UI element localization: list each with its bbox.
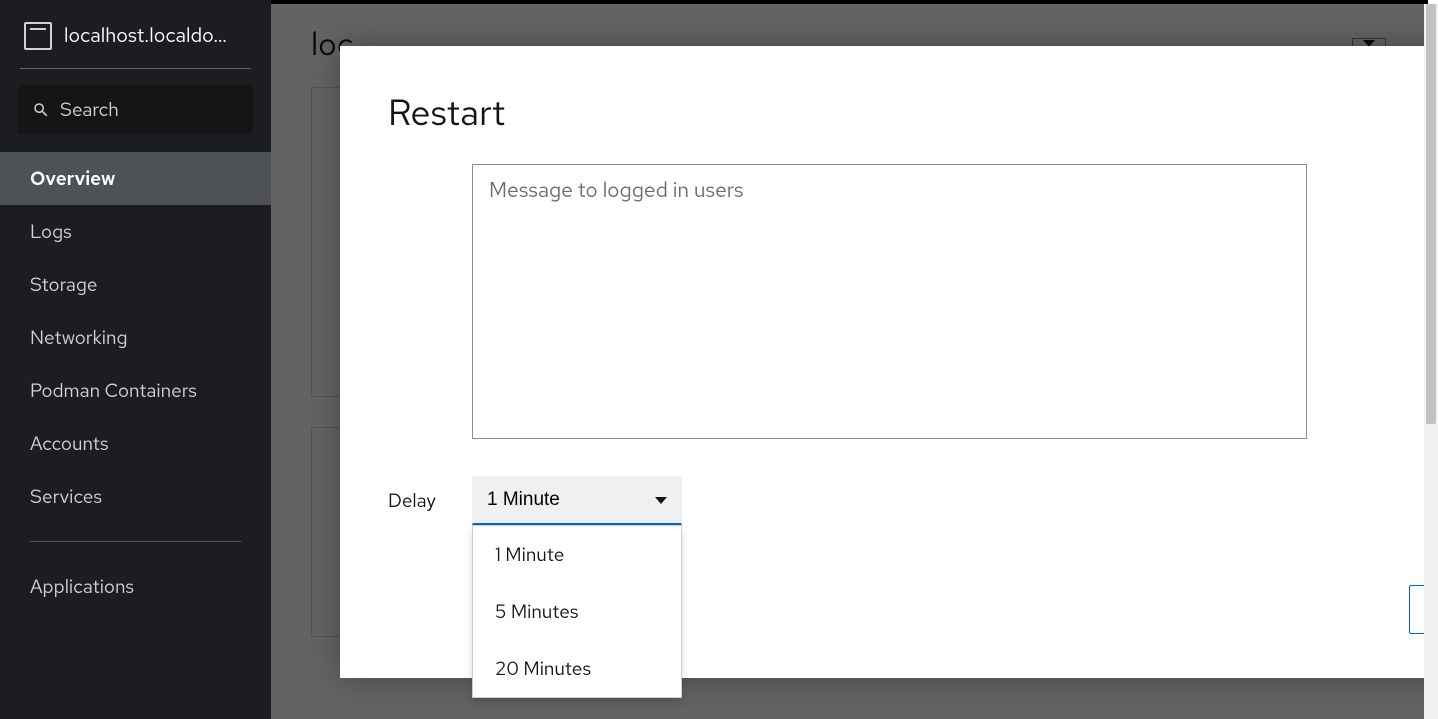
search-placeholder: Search bbox=[60, 97, 119, 122]
sidebar-item-logs[interactable]: Logs bbox=[0, 205, 271, 258]
vertical-scrollbar[interactable] bbox=[1424, 4, 1438, 719]
scrollbar-thumb[interactable] bbox=[1426, 4, 1436, 424]
modal-title: Restart bbox=[388, 88, 1438, 136]
delay-select-toggle[interactable]: 1 Minute bbox=[472, 476, 682, 525]
delay-option-5-minutes[interactable]: 5 Minutes bbox=[473, 583, 681, 640]
sidebar-item-label: Networking bbox=[30, 325, 128, 350]
sidebar-item-label: Logs bbox=[30, 219, 72, 244]
sidebar-item-accounts[interactable]: Accounts bbox=[0, 417, 271, 470]
search-icon bbox=[32, 101, 50, 119]
sidebar-item-podman[interactable]: Podman Containers bbox=[0, 364, 271, 417]
sidebar-item-networking[interactable]: Networking bbox=[0, 311, 271, 364]
chevron-down-icon bbox=[655, 497, 667, 504]
nav-list: Overview Logs Storage Networking Podman … bbox=[0, 152, 271, 613]
sidebar-item-label: Overview bbox=[30, 166, 115, 191]
sidebar-header: localhost.localdo… bbox=[0, 0, 271, 68]
delay-select: 1 Minute 1 Minute 5 Minutes 20 Minutes bbox=[472, 476, 682, 525]
divider bbox=[20, 68, 251, 69]
sidebar: localhost.localdo… Search Overview Logs … bbox=[0, 0, 271, 719]
delay-selected-value: 1 Minute bbox=[487, 489, 560, 511]
divider bbox=[30, 541, 241, 542]
delay-select-menu: 1 Minute 5 Minutes 20 Minutes bbox=[472, 525, 682, 698]
sidebar-item-label: Storage bbox=[30, 272, 98, 297]
delay-label: Delay bbox=[388, 488, 438, 513]
hostname-label[interactable]: localhost.localdo… bbox=[64, 23, 227, 49]
sidebar-item-services[interactable]: Services bbox=[0, 470, 271, 523]
sidebar-item-storage[interactable]: Storage bbox=[0, 258, 271, 311]
delay-option-1-minute[interactable]: 1 Minute bbox=[473, 526, 681, 583]
search-input[interactable]: Search bbox=[18, 85, 253, 134]
restart-modal: Restart Delay 1 Minute 1 Minute 5 Minute… bbox=[340, 46, 1438, 678]
sidebar-item-label: Applications bbox=[30, 574, 134, 599]
sidebar-item-label: Accounts bbox=[30, 431, 109, 456]
server-icon bbox=[24, 22, 52, 50]
delay-option-20-minutes[interactable]: 20 Minutes bbox=[473, 640, 681, 697]
message-textarea[interactable] bbox=[472, 164, 1307, 439]
search-container: Search bbox=[0, 85, 271, 152]
sidebar-item-label: Podman Containers bbox=[30, 378, 197, 403]
sidebar-item-label: Services bbox=[30, 484, 102, 509]
sidebar-item-overview[interactable]: Overview bbox=[0, 152, 271, 205]
sidebar-item-applications[interactable]: Applications bbox=[0, 560, 271, 613]
